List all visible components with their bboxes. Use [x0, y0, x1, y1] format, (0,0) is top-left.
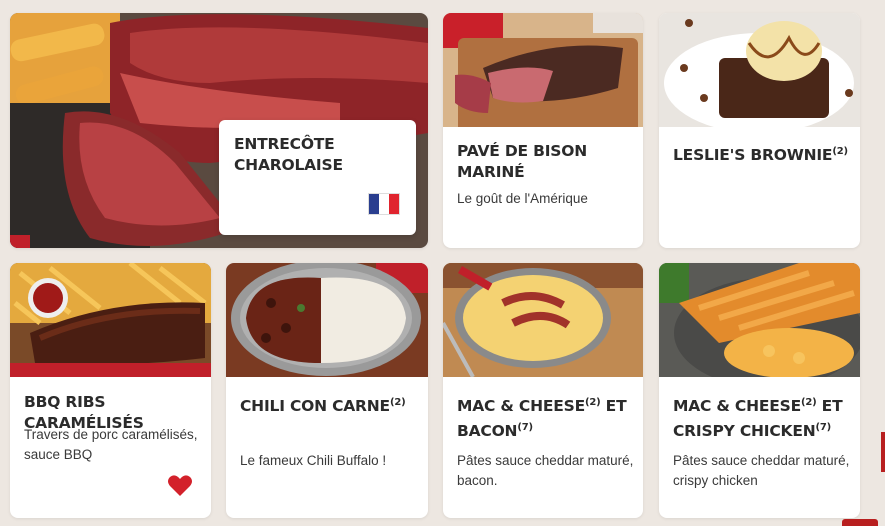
leslies-brownie-card[interactable]: LESLIE'S BROWNIE(2) — [659, 13, 860, 248]
hero-title-line1: ENTRECÔTE — [234, 135, 335, 153]
mac-cheese-crispy-chicken-card[interactable]: MAC & CHEESE(2) ET CRISPY CHICKEN(7) Pât… — [659, 263, 860, 518]
card-title: CHILI CON CARNE(2) — [240, 397, 406, 415]
card-description: Pâtes sauce cheddar maturé, crispy chicke… — [673, 453, 850, 488]
bbq-ribs-card[interactable]: BBQ RIBS CARAMÉLISÉS Travers de porc car… — [10, 263, 211, 518]
french-flag-icon — [368, 193, 400, 215]
bison-photo — [443, 13, 643, 127]
entrecote-charolaise-card[interactable]: ENTRECÔTE CHAROLAISE — [10, 13, 428, 248]
chili-photo — [226, 263, 428, 377]
bbq-ribs-photo — [10, 263, 211, 377]
edge-decoration — [881, 432, 885, 472]
hero-title-line2: CHAROLAISE — [234, 156, 343, 174]
card-title: MAC & CHEESE(2) ET BACON(7) — [457, 397, 627, 440]
card-title: PAVÉ DE BISON MARINÉ — [457, 142, 588, 181]
brownie-photo — [659, 13, 860, 127]
card-description: Le goût de l'Amérique — [457, 191, 588, 206]
edge-decoration — [842, 519, 878, 526]
card-title: LESLIE'S BROWNIE(2) — [673, 146, 848, 164]
pave-de-bison-card[interactable]: PAVÉ DE BISON MARINÉ Le goût de l'Amériq… — [443, 13, 643, 248]
mac-cheese-bacon-photo — [443, 263, 643, 377]
card-description: Pâtes sauce cheddar maturé, bacon. — [457, 453, 634, 488]
hero-title-panel: ENTRECÔTE CHAROLAISE — [219, 120, 416, 235]
card-title: MAC & CHEESE(2) ET CRISPY CHICKEN(7) — [673, 397, 843, 440]
mac-cheese-chicken-photo — [659, 263, 860, 377]
mac-cheese-bacon-card[interactable]: MAC & CHEESE(2) ET BACON(7) Pâtes sauce … — [443, 263, 643, 518]
card-description: Le fameux Chili Buffalo ! — [240, 453, 387, 468]
card-description: Travers de porc caramélisés, sauce BBQ — [24, 427, 198, 462]
chili-con-carne-card[interactable]: CHILI CON CARNE(2) Le fameux Chili Buffa… — [226, 263, 428, 518]
heart-icon[interactable] — [167, 474, 193, 498]
hero-title: ENTRECÔTE CHAROLAISE — [234, 134, 406, 176]
